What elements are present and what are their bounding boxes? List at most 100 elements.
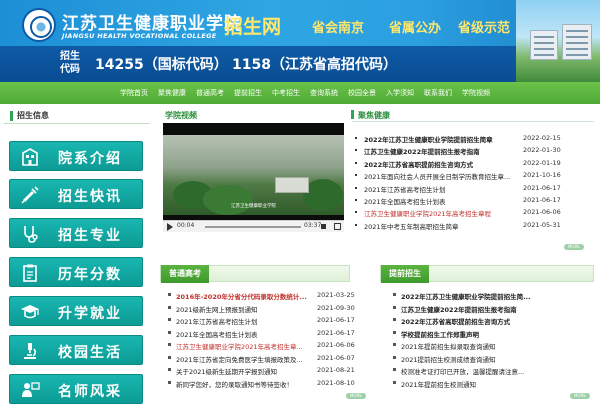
nav-item-home[interactable]: 学院首页	[120, 88, 148, 98]
nav-item-panorama[interactable]: 校园全景	[348, 88, 376, 98]
news-title: 江苏卫生健康2022年提前招生报考指南	[364, 148, 480, 157]
clipboard-icon	[23, 264, 37, 282]
news-item[interactable]: 校测准考证打印已开放，温馨提醒请注意...	[393, 363, 593, 376]
nav-item-contact[interactable]: 联系我们	[424, 88, 452, 98]
play-icon[interactable]	[167, 223, 173, 231]
news-date: 2021-10-16	[523, 171, 561, 180]
news-date: 2022-02-15	[523, 134, 561, 142]
news-item[interactable]: 江苏卫生健康2022年提前招生报考指南	[393, 301, 593, 314]
news-item[interactable]: 新同学您好，您的录取通知书等待签收！ 2021-08-10	[168, 376, 355, 389]
news-item[interactable]: 2021年江苏省高考招生计划 2021-06-17	[168, 313, 355, 326]
sidebar-item-campus-life[interactable]: 校园生活	[9, 335, 143, 365]
news-item[interactable]: 2021年江苏省定向免费医学生填报政策及... 2021-06-07	[168, 351, 355, 364]
news-item[interactable]: 学校提前招生工作郑重声明	[393, 326, 593, 339]
sidebar-item-label: 招生快讯	[58, 189, 122, 205]
video-player[interactable]: 江苏卫生健康职业学院	[163, 123, 344, 230]
news-title: 2021年江苏省定向免费医学生填报政策及...	[176, 355, 303, 364]
bullet-icon	[168, 343, 171, 346]
stethoscope-icon	[24, 226, 38, 243]
news-title: 江苏卫生健康职业学院2021年高考招生章...	[176, 343, 303, 351]
news-item[interactable]: 2021年提前招生拟录取查询通知	[393, 338, 593, 351]
news-title: 2021年提前招生拟录取查询通知	[401, 343, 496, 351]
general-section-title: 普通高考	[161, 265, 209, 283]
sidebar-item-teachers[interactable]: 名师风采	[9, 374, 143, 404]
site-name: 招生网	[224, 16, 282, 38]
sidebar-item-label: 升学就业	[58, 306, 122, 322]
province-code: 1158（江苏省高招代码）	[232, 57, 397, 73]
nav-item-query[interactable]: 查询系统	[310, 88, 338, 98]
focus-more-button[interactable]: MORE	[564, 244, 584, 250]
news-title: 2022年江苏卫生健康职业学院提前招生简章	[364, 136, 493, 144]
bullet-icon	[393, 305, 396, 309]
sidebar-item-label: 院系介绍	[58, 151, 122, 167]
teacher-icon	[22, 382, 40, 397]
news-item[interactable]: 2021级新生网上预报到通知 2021-09-30	[168, 301, 355, 314]
news-item[interactable]: 江苏卫生健康职业学院2021年高考招生章... 2021-06-06	[168, 338, 355, 351]
news-title: 2021年全国高考招生计划表	[364, 198, 446, 206]
sidebar-item-scores[interactable]: 历年分数	[9, 257, 143, 287]
news-title: 2021年全国高考招生计划表	[176, 330, 258, 339]
volume-icon[interactable]	[321, 224, 326, 229]
syringe-icon	[21, 186, 39, 204]
news-item[interactable]: 2021年江苏省高考招生计划 2021-06-17	[352, 182, 594, 194]
bullet-icon	[355, 223, 357, 226]
code-label: 招生代码	[60, 51, 80, 75]
bullet-icon	[393, 343, 396, 346]
sidebar-item-label: 校园生活	[58, 345, 122, 361]
video-section-title: 学院视频	[165, 111, 197, 120]
focus-section-title: 聚焦健康	[358, 111, 390, 120]
nav-item-focus[interactable]: 聚焦健康	[158, 88, 186, 98]
news-title: 2016年-2020年分省分代码录取分数统计...	[176, 293, 307, 301]
building-icon	[22, 148, 38, 166]
news-item[interactable]: 2022年江苏卫生健康职业学院提前招生简...	[393, 288, 593, 301]
early-section-header: 提前招生	[380, 265, 594, 283]
slogan-public: 省属公办	[389, 21, 442, 36]
graduate-icon	[21, 305, 39, 319]
sidebar-item-majors[interactable]: 招生专业	[9, 218, 143, 248]
news-item[interactable]: 2021年全国高考招生计划表 2021-06-17	[168, 326, 355, 339]
news-item[interactable]: 2021年中考五年制高职招生简章 2021-05-31	[352, 219, 594, 231]
sidebar-item-news[interactable]: 招生快讯	[9, 179, 143, 209]
news-item[interactable]: 关于2021级新生延期开学报到通知 2021-08-21	[168, 363, 355, 376]
site-header: 江苏卫生健康职业学院 JIANGSU HEALTH VOCATIONAL COL…	[0, 0, 600, 82]
nav-item-early[interactable]: 提前招生	[234, 88, 262, 98]
microscope-icon	[24, 343, 37, 359]
news-date: 2021-06-17	[317, 328, 355, 337]
bullet-icon	[393, 368, 396, 371]
nav-item-enrollment-notice[interactable]: 入学须知	[386, 88, 414, 98]
college-seal-logo[interactable]	[22, 8, 56, 42]
news-item[interactable]: 江苏卫生健康职业学院2021年高考招生章程 2021-06-06	[352, 206, 594, 218]
news-title: 江苏卫生健康职业学院2021年高考招生章程	[364, 210, 492, 219]
early-more-button[interactable]: MORE	[570, 393, 590, 399]
news-item[interactable]: 2021年面向社会人员开展全日制学历教育招生章... 2021-10-16	[352, 169, 594, 181]
school-name-en: JIANGSU HEALTH VOCATIONAL COLLEGE	[62, 32, 217, 40]
news-date: 2021-06-07	[317, 353, 355, 362]
slogan-capital: 省会南京	[312, 21, 365, 36]
video-seek-bar[interactable]	[205, 226, 301, 228]
bullet-icon	[355, 211, 357, 214]
general-more-button[interactable]: MORE	[346, 393, 366, 399]
bullet-icon	[168, 355, 171, 359]
news-item[interactable]: 2021年全国高考招生计划表 2021-06-17	[352, 194, 594, 206]
section-marker	[10, 111, 13, 121]
bullet-icon	[355, 149, 357, 152]
sidebar-item-departments[interactable]: 院系介绍	[9, 141, 143, 171]
bullet-icon	[355, 161, 357, 164]
news-title: 2021年江苏省高考招生计划	[176, 318, 258, 326]
news-title: 校测准考证打印已开放，温馨提醒请注意...	[401, 368, 525, 376]
news-item[interactable]: 2021年提前招生校测通知	[393, 376, 593, 389]
news-item[interactable]: 2022年江苏省高职提前招生咨询方式	[393, 313, 593, 326]
sidebar-item-career[interactable]: 升学就业	[9, 296, 143, 326]
fullscreen-icon[interactable]	[334, 223, 341, 230]
slogan-model: 省级示范	[458, 21, 511, 36]
nav-item-middle-school[interactable]: 中考招生	[272, 88, 300, 98]
news-item[interactable]: 2022年江苏卫生健康职业学院提前招生简章 2022-02-15	[352, 132, 594, 144]
news-item[interactable]: 2021提前招生校测成绩查询通知	[393, 351, 593, 364]
news-item[interactable]: 2022年江苏省高职提前招生咨询方式 2022-01-19	[352, 157, 594, 169]
news-item[interactable]: 2016年-2020年分省分代码录取分数统计... 2021-03-25	[168, 288, 355, 301]
news-title: 学校提前招生工作郑重声明	[401, 330, 479, 339]
news-date: 2021-03-25	[317, 291, 355, 299]
nav-item-video[interactable]: 学院视频	[462, 88, 490, 98]
nav-item-general[interactable]: 普通高考	[196, 88, 224, 98]
news-item[interactable]: 江苏卫生健康2022年提前招生报考指南 2022-01-30	[352, 144, 594, 156]
